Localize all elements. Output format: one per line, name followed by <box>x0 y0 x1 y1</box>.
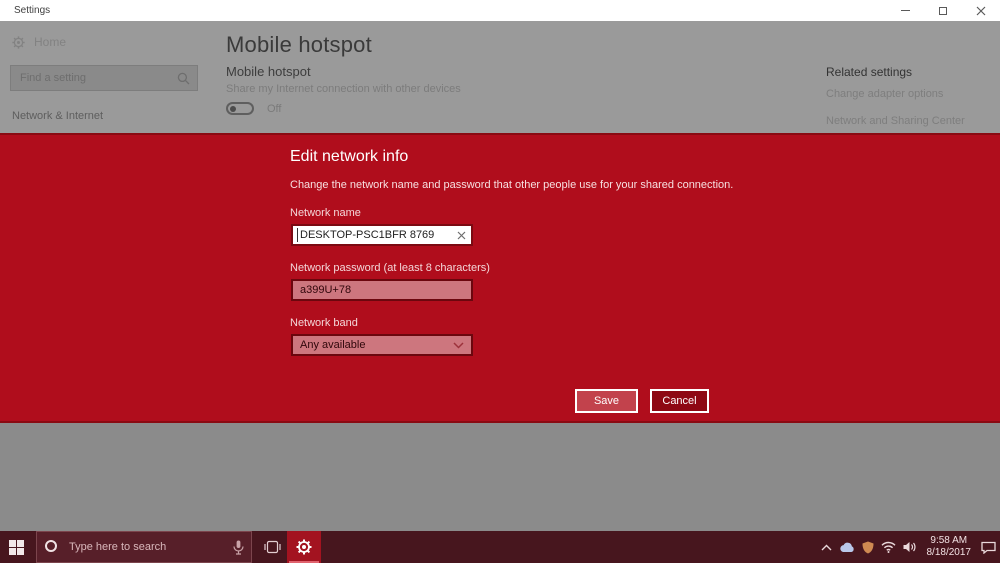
taskbar: 9:58 AM 8/18/2017 <box>0 531 1000 563</box>
cancel-button[interactable]: Cancel <box>650 389 709 413</box>
gear-icon <box>12 35 25 49</box>
window-controls <box>886 0 1000 21</box>
taskbar-searchbox[interactable] <box>36 531 252 563</box>
dialog-title: Edit network info <box>290 148 409 165</box>
toggle-state-label: Off <box>267 102 282 115</box>
edit-network-info-dialog: Edit network info Change the network nam… <box>0 133 1000 423</box>
task-view-button[interactable] <box>258 531 286 563</box>
clear-x-icon <box>457 231 465 239</box>
network-password-input[interactable] <box>291 279 473 301</box>
clock-date: 8/18/2017 <box>926 547 972 558</box>
clock-time: 9:58 AM <box>930 535 968 546</box>
microphone-icon[interactable] <box>233 540 244 555</box>
sidebar-item-network-internet[interactable]: Network & Internet <box>12 110 103 122</box>
action-center-button[interactable] <box>981 541 996 554</box>
close-button[interactable] <box>962 0 1000 21</box>
network-password-label: Network password (at least 8 characters) <box>290 262 490 274</box>
settings-gear-icon <box>296 539 312 555</box>
page-title: Mobile hotspot <box>226 32 372 57</box>
save-button[interactable]: Save <box>575 389 638 413</box>
link-network-sharing-center[interactable]: Network and Sharing Center <box>826 115 965 127</box>
toggle-knob-icon <box>230 105 236 112</box>
mobile-hotspot-toggle-row: Off <box>226 102 281 115</box>
taskbar-clock[interactable]: 9:58 AM 8/18/2017 <box>927 535 972 559</box>
sidebar-item-home[interactable]: Home <box>12 35 66 49</box>
network-band-label: Network band <box>290 317 358 329</box>
wifi-icon <box>881 541 895 553</box>
windows-logo-icon <box>8 539 24 555</box>
search-icon <box>177 72 190 85</box>
window-title: Settings <box>14 5 51 16</box>
related-settings-heading: Related settings <box>826 65 913 79</box>
minimize-icon <box>900 10 910 11</box>
task-view-icon <box>263 540 281 554</box>
maximize-button[interactable] <box>924 0 962 21</box>
sidebar-home-label: Home <box>34 35 67 49</box>
network-name-label: Network name <box>290 207 361 219</box>
network-name-input[interactable] <box>291 224 473 246</box>
onedrive-tray-item[interactable] <box>839 542 855 553</box>
dialog-description: Change the network name and password tha… <box>290 179 734 191</box>
mobile-hotspot-description: Share my Internet connection with other … <box>226 83 461 95</box>
shield-icon <box>862 541 873 553</box>
system-tray: 9:58 AM 8/18/2017 <box>821 531 997 563</box>
wifi-tray-item[interactable] <box>881 541 896 553</box>
settings-window-content: Home Network & Internet Mobile hotspot M… <box>0 21 1000 133</box>
tray-expand-button[interactable] <box>821 544 832 551</box>
find-a-setting-input[interactable] <box>11 66 197 90</box>
security-tray-item[interactable] <box>862 541 874 554</box>
cloud-icon <box>839 542 854 552</box>
chevron-up-icon <box>821 544 831 550</box>
volume-tray-item[interactable] <box>903 541 917 553</box>
maximize-icon <box>939 6 947 15</box>
taskbar-settings-app[interactable] <box>287 531 321 563</box>
titlebar: Settings <box>0 0 1000 21</box>
action-center-icon <box>981 541 996 554</box>
chevron-down-icon <box>453 341 464 349</box>
link-change-adapter-options[interactable]: Change adapter options <box>826 88 943 100</box>
volume-icon <box>903 542 916 552</box>
clear-text-button[interactable] <box>453 227 469 243</box>
mobile-hotspot-section-title: Mobile hotspot <box>226 64 311 79</box>
network-password-fieldwrap <box>291 279 473 301</box>
mobile-hotspot-toggle[interactable] <box>226 102 254 115</box>
network-band-dropdown[interactable]: Any available <box>291 334 473 356</box>
taskbar-search-input[interactable] <box>37 532 251 562</box>
start-button[interactable] <box>0 531 32 563</box>
minimize-button[interactable] <box>886 0 924 21</box>
screen: Settings Home Network & Internet <box>0 0 1000 563</box>
network-band-value: Any available <box>300 339 366 351</box>
find-a-setting-searchbox[interactable] <box>10 65 198 91</box>
text-cursor <box>297 228 298 242</box>
desktop-background <box>0 423 1000 531</box>
network-name-fieldwrap <box>291 224 473 246</box>
close-icon <box>976 6 986 15</box>
